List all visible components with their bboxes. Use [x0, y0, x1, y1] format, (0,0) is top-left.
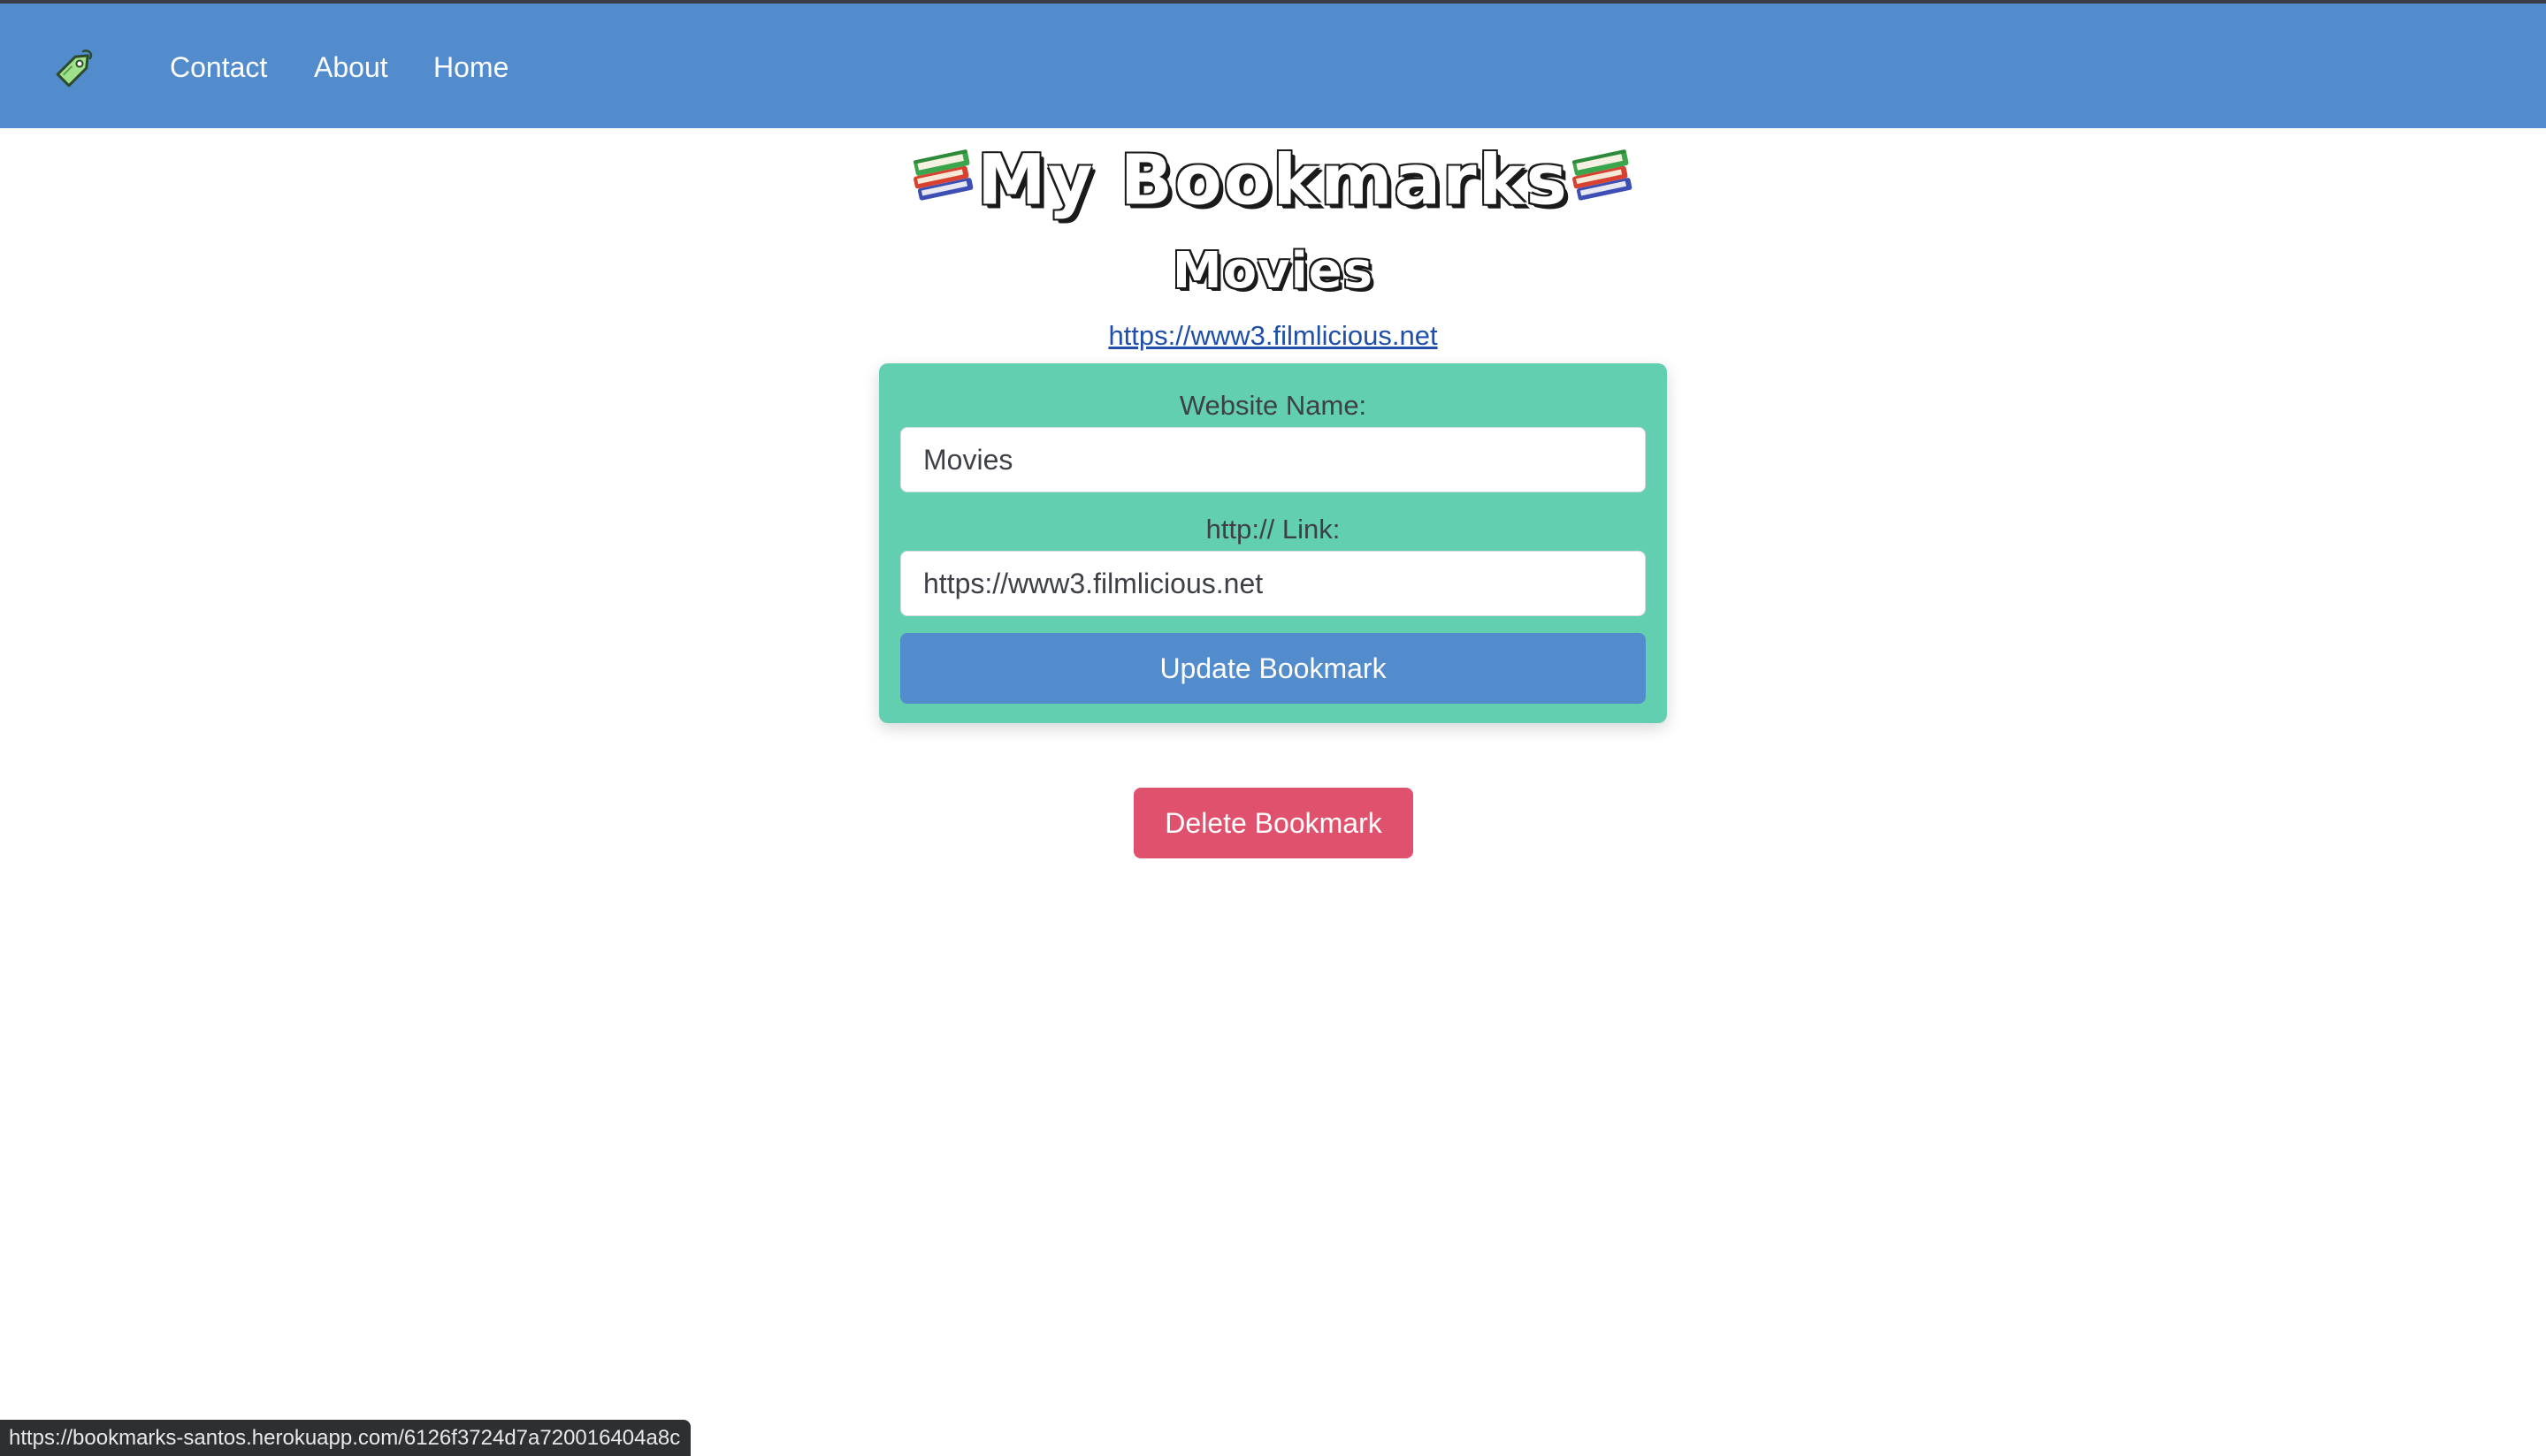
nav-link-home[interactable]: Home — [433, 50, 508, 85]
website-name-input[interactable] — [900, 427, 1646, 492]
bookmark-link-container: https://www3.filmlicious.net — [0, 316, 2546, 355]
navbar: Contact About Home — [0, 4, 2546, 128]
books-emoji-icon — [1569, 142, 1636, 210]
link-label: http:// Link: — [1205, 514, 1341, 545]
books-emoji-icon — [910, 142, 977, 210]
page-title: My Bookmarks — [0, 134, 2546, 224]
nav-link-about[interactable]: About — [314, 50, 388, 85]
nav-link-contact[interactable]: Contact — [170, 50, 267, 85]
link-input[interactable] — [900, 551, 1646, 616]
delete-bookmark-button[interactable]: Delete Bookmark — [1134, 788, 1413, 858]
bookmark-name-heading: Movies — [1172, 242, 1374, 300]
website-name-label: Website Name: — [1179, 390, 1367, 421]
edit-bookmark-form: Website Name: http:// Link: Update Bookm… — [879, 363, 1667, 723]
browser-status-bar: https://bookmarks-santos.herokuapp.com/6… — [0, 1420, 692, 1456]
page-title-text: My Bookmarks — [977, 141, 1569, 221]
bookmark-url-link[interactable]: https://www3.filmlicious.net — [1108, 320, 1437, 351]
update-bookmark-button[interactable]: Update Bookmark — [900, 633, 1646, 704]
price-tag-icon[interactable] — [51, 44, 99, 92]
